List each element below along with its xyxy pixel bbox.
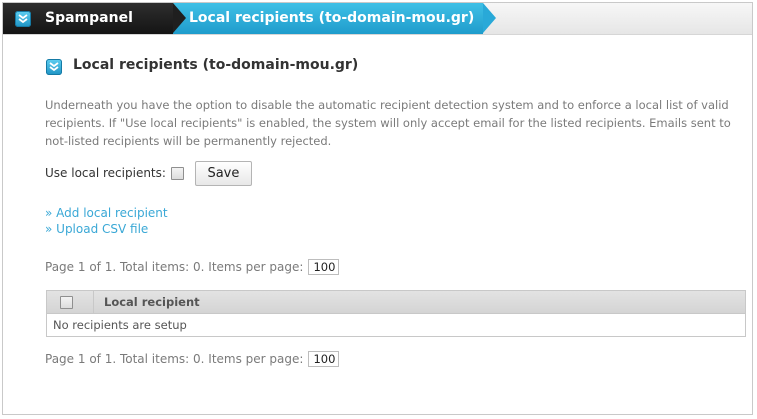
save-button[interactable]: Save — [194, 160, 252, 186]
pager-text: Page 1 of 1. Total items: 0. Items per p… — [45, 260, 304, 274]
pager-top: Page 1 of 1. Total items: 0. Items per p… — [45, 258, 340, 276]
breadcrumb-tip — [483, 3, 496, 33]
upload-csv-link[interactable]: » Upload CSV file — [45, 222, 148, 236]
table-empty-row: No recipients are setup — [53, 318, 187, 332]
use-local-checkbox[interactable] — [170, 166, 184, 180]
pager-bottom: Page 1 of 1. Total items: 0. Items per p… — [45, 350, 340, 368]
items-per-page-input[interactable]: 100 — [308, 351, 340, 367]
description-text: Underneath you have the option to disabl… — [45, 98, 731, 148]
breadcrumb: Spampanel Local recipients (to-domain-mo… — [3, 3, 752, 35]
use-local-label: Use local recipients: — [45, 166, 166, 180]
use-local-row: Use local recipients: Save — [45, 160, 252, 186]
app-frame: Spampanel Local recipients (to-domain-mo… — [2, 2, 753, 415]
chevron-down-icon — [15, 11, 31, 27]
page-title: Local recipients (to-domain-mou.gr) — [73, 57, 359, 73]
chevron-down-icon[interactable] — [46, 59, 62, 75]
breadcrumb-separator — [173, 3, 186, 33]
breadcrumb-root-label: Spampanel — [45, 10, 133, 26]
breadcrumb-current-label: Local recipients (to-domain-mou.gr) — [189, 10, 475, 26]
select-all-checkbox[interactable] — [60, 295, 73, 309]
table-header: Local recipient — [47, 291, 745, 314]
pager-text: Page 1 of 1. Total items: 0. Items per p… — [45, 352, 304, 366]
breadcrumb-current: Local recipients (to-domain-mou.gr) — [173, 3, 483, 34]
column-local-recipient[interactable]: Local recipient — [93, 291, 200, 313]
add-local-recipient-link[interactable]: » Add local recipient — [45, 206, 168, 220]
items-per-page-input[interactable]: 100 — [308, 259, 340, 275]
breadcrumb-root[interactable]: Spampanel — [3, 3, 173, 34]
recipients-table: Local recipient No recipients are setup — [46, 290, 746, 337]
